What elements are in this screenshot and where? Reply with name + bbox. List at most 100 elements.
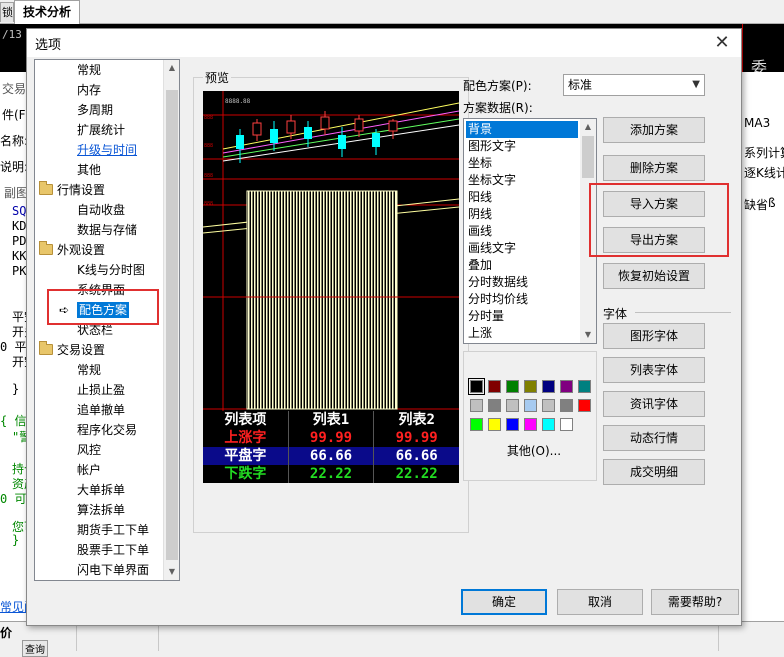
tree-item[interactable]: 外观设置 — [39, 240, 105, 260]
color-swatch[interactable] — [506, 418, 519, 431]
close-icon[interactable]: ✕ — [711, 32, 733, 54]
help-button[interactable]: 需要帮助? — [651, 589, 739, 615]
delete-scheme-button[interactable]: 删除方案 — [603, 155, 705, 181]
news-font-button[interactable]: 资讯字体 — [603, 391, 705, 417]
scheme-list-item[interactable]: 叠加 — [466, 257, 578, 274]
sub-chart-label: 副图 — [4, 186, 29, 200]
tree-item[interactable]: 升级与时间 — [77, 140, 137, 160]
color-swatch[interactable] — [524, 418, 537, 431]
add-scheme-button[interactable]: 添加方案 — [603, 117, 705, 143]
color-swatch[interactable] — [468, 378, 485, 395]
color-swatch[interactable] — [488, 399, 501, 412]
tree-item[interactable]: 配色方案 — [77, 300, 130, 320]
trade-detail-button[interactable]: 成交明细 — [603, 459, 705, 485]
color-swatch[interactable] — [578, 399, 591, 412]
color-swatch[interactable] — [560, 380, 573, 393]
color-swatch[interactable] — [560, 418, 573, 431]
tree-item[interactable]: 程序化交易 — [77, 420, 137, 440]
color-swatch[interactable] — [488, 418, 501, 431]
preview-table-row: 下跌字 22.22 22.22 — [203, 465, 459, 483]
color-swatch[interactable] — [542, 418, 555, 431]
restore-defaults-button[interactable]: 恢复初始设置 — [603, 263, 705, 289]
tree-item[interactable]: 股票手工下单 — [77, 540, 149, 560]
cancel-button[interactable]: 取消 — [557, 589, 643, 615]
tree-item[interactable]: 数据与存储 — [77, 220, 137, 240]
scroll-up-icon[interactable]: ▲ — [580, 119, 596, 135]
scheme-list-item[interactable]: 画线文字 — [466, 240, 578, 257]
tree-item[interactable]: 止损止盈 — [77, 380, 125, 400]
tree-item[interactable]: K线与分时图 — [77, 260, 145, 280]
color-swatch[interactable] — [488, 380, 501, 393]
tab-partial[interactable]: 锁 — [0, 2, 14, 22]
list-font-button[interactable]: 列表字体 — [603, 357, 705, 383]
color-swatch[interactable] — [524, 380, 537, 393]
tree-item[interactable]: 内存 — [77, 80, 101, 100]
folder-icon — [39, 241, 53, 255]
color-swatch[interactable] — [506, 399, 519, 412]
scheme-list-item[interactable]: 上涨 — [466, 325, 578, 342]
tree-item[interactable]: 闪电下单界面 — [77, 560, 149, 580]
scheme-list-item[interactable]: 阳线 — [466, 189, 578, 206]
tree-item[interactable]: 状态栏 — [77, 320, 113, 340]
export-scheme-button[interactable]: 导出方案 — [603, 227, 705, 253]
tree-item[interactable]: 算法拆单 — [77, 500, 125, 520]
scroll-down-icon[interactable]: ▼ — [164, 564, 179, 580]
tree-item[interactable]: 期货手工下单 — [77, 520, 149, 540]
tree-item[interactable]: 交易设置 — [39, 340, 105, 360]
preview-header-cell: 列表项 — [203, 411, 289, 429]
import-scheme-button[interactable]: 导入方案 — [603, 191, 705, 217]
font-group-label: 字体 — [603, 307, 628, 321]
tab-technical-analysis[interactable]: 技术分析 — [14, 0, 80, 24]
scheme-list-item[interactable]: 阴线 — [466, 206, 578, 223]
scheme-list-item[interactable]: 分时量 — [466, 308, 578, 325]
color-swatch[interactable] — [506, 380, 519, 393]
color-swatch[interactable] — [542, 399, 555, 412]
scheme-list-item[interactable]: 画线 — [466, 223, 578, 240]
ok-button[interactable]: 确定 — [461, 589, 547, 615]
scroll-up-icon[interactable]: ▲ — [164, 60, 179, 76]
tree-item[interactable]: 追单撤单 — [77, 400, 125, 420]
tree-item-label: 数据与存储 — [77, 223, 138, 237]
scheme-select-value: 标准 — [568, 78, 593, 92]
scheme-list-item[interactable]: 图形文字 — [466, 138, 578, 155]
scheme-list-item[interactable]: 背景 — [466, 121, 578, 138]
dynamic-quote-button[interactable]: 动态行情 — [603, 425, 705, 451]
list-scrollbar[interactable]: ▲ ▼ — [580, 119, 596, 343]
scheme-select[interactable]: 标准 ▼ — [563, 74, 705, 96]
query-button[interactable]: 查询 — [22, 640, 48, 657]
tree-item[interactable]: 其他 — [77, 160, 101, 180]
color-swatch[interactable] — [578, 380, 591, 393]
color-swatch[interactable] — [470, 399, 483, 412]
scheme-list-item[interactable]: 坐标 — [466, 155, 578, 172]
grid-line — [76, 625, 77, 651]
other-color-button[interactable]: 其他(O)... — [494, 442, 574, 460]
tree-item[interactable]: 系统界面 — [77, 280, 125, 300]
graph-font-button[interactable]: 图形字体 — [603, 323, 705, 349]
scheme-list-item[interactable]: 分时均价线 — [466, 291, 578, 308]
scroll-thumb[interactable] — [582, 136, 594, 178]
scroll-down-icon[interactable]: ▼ — [580, 327, 596, 343]
scroll-thumb[interactable] — [166, 90, 178, 560]
tree-item[interactable]: 常规 — [77, 60, 101, 80]
tree-scrollbar[interactable]: ▲ ▼ — [163, 60, 179, 580]
tree-item[interactable]: 大单拆单 — [77, 480, 125, 500]
scheme-data-label: 方案数据(R): — [463, 101, 533, 115]
color-swatch[interactable] — [560, 399, 573, 412]
tree-item[interactable]: 帐户 — [77, 460, 101, 480]
scheme-list-item[interactable]: 分时数据线 — [466, 274, 578, 291]
tree-item[interactable]: 行情设置 — [39, 180, 105, 200]
tree-item[interactable]: 扩展统计 — [77, 120, 125, 140]
color-swatch[interactable] — [524, 399, 537, 412]
scheme-list-item[interactable]: 坐标文字 — [466, 172, 578, 189]
code-line: } — [12, 533, 20, 547]
color-swatch[interactable] — [470, 418, 483, 431]
right-series-calc[interactable]: 系列计算 — [744, 144, 784, 161]
tree-item[interactable]: 多周期 — [77, 100, 113, 120]
tree-item[interactable]: 风控 — [77, 440, 101, 460]
tree-item[interactable]: 常规 — [77, 360, 101, 380]
color-swatch[interactable] — [542, 380, 555, 393]
tree-item[interactable]: 自动收盘 — [77, 200, 125, 220]
scheme-list-item[interactable]: 下跌 — [466, 342, 578, 343]
name-label: 名称: — [0, 134, 29, 148]
right-bar-calc[interactable]: 逐K线计算 — [744, 164, 784, 181]
